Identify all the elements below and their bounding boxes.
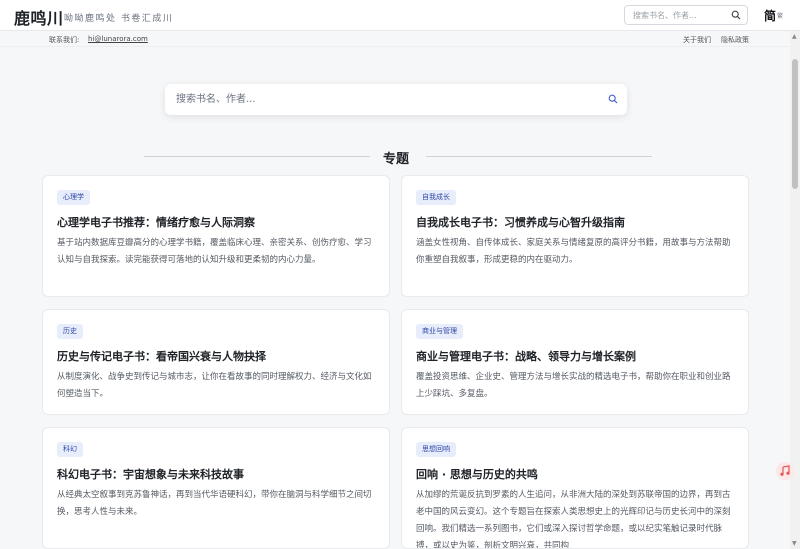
main-search-input[interactable] — [176, 92, 596, 107]
language-current: 简 — [764, 9, 777, 23]
scrollbar-thumb[interactable] — [792, 59, 798, 189]
topic-card[interactable]: 历史 历史与传记电子书：看帝国兴衰与人物抉择 从制度演化、战争史到传记与城市志，… — [42, 309, 390, 415]
scroll-up-arrow-icon[interactable]: ▲ — [792, 33, 797, 40]
topic-title[interactable]: 心理学电子书推荐：情绪疗愈与人际洞察 — [57, 214, 255, 230]
topic-description: 覆盖投资思维、企业史、管理方法与增长实战的精选电子书，帮助你在职业和创业路上少踩… — [416, 372, 731, 399]
section-divider-right — [426, 156, 652, 157]
topic-description: 基于站内数据库豆瓣高分的心理学书籍，覆盖临床心理、亲密关系、创伤疗愈、学习认知与… — [57, 238, 372, 265]
topic-card[interactable]: 心理学 心理学电子书推荐：情绪疗愈与人际洞察 基于站内数据库豆瓣高分的心理学书籍… — [42, 175, 390, 297]
site-logo[interactable]: 鹿鸣川 — [14, 5, 64, 29]
contact-email-link[interactable]: hi@lunarora.com — [88, 35, 148, 43]
topic-card[interactable]: 自我成长 自我成长电子书：习惯养成与心智升级指南 涵盖女性视角、自传体成长、家庭… — [401, 175, 749, 297]
topic-card[interactable]: 商业与管理 商业与管理电子书：战略、领导力与增长案例 覆盖投资思维、企业史、管理… — [401, 309, 749, 415]
topic-tag[interactable]: 思想回响 — [416, 442, 456, 457]
contact-bar: 联系我们: hi@lunarora.com 关于我们 隐私政策 — [0, 31, 790, 47]
main-search-box[interactable] — [165, 84, 627, 115]
topic-title[interactable]: 历史与传记电子书：看帝国兴衰与人物抉择 — [57, 348, 266, 364]
site-tagline: 呦呦鹿鸣处 书卷汇成川 — [64, 14, 174, 24]
section-title: 专题 — [382, 152, 409, 167]
topic-tag[interactable]: 自我成长 — [416, 190, 456, 205]
scroll-down-arrow-icon[interactable]: ▼ — [792, 540, 797, 547]
topic-tag[interactable]: 商业与管理 — [416, 324, 463, 339]
about-link[interactable]: 关于我们 — [683, 35, 711, 45]
topic-description: 涵盖女性视角、自传体成长、家庭关系与情绪复原的高评分书籍，用故事与方法帮助你重塑… — [416, 238, 731, 265]
topic-description: 从制度演化、战争史到传记与城市志，让你在看故事的同时理解权力、经济与文化如何塑造… — [57, 372, 372, 399]
floating-action-button[interactable] — [776, 462, 794, 480]
search-icon[interactable] — [608, 94, 618, 104]
section-divider-left — [144, 156, 370, 157]
topic-title[interactable]: 回响 · 思想与历史的共鸣 — [416, 466, 538, 482]
language-toggle[interactable]: 简 繁 — [764, 7, 783, 24]
header-search-input[interactable] — [633, 9, 729, 22]
language-alt: 繁 — [777, 13, 784, 20]
topic-description: 从经典太空叙事到克苏鲁神话，再到当代华语硬科幻，带你在脑洞与科学细节之间切换，思… — [57, 490, 372, 517]
topic-tag[interactable]: 历史 — [57, 324, 83, 339]
topic-title[interactable]: 自我成长电子书：习惯养成与心智升级指南 — [416, 214, 625, 230]
contact-label: 联系我们: — [49, 36, 80, 44]
privacy-link[interactable]: 隐私政策 — [721, 35, 749, 45]
topic-title[interactable]: 商业与管理电子书：战略、领导力与增长案例 — [416, 348, 636, 364]
music-note-icon — [780, 465, 790, 476]
search-icon[interactable] — [731, 10, 741, 20]
topic-tag[interactable]: 心理学 — [57, 190, 90, 205]
topic-card[interactable]: 科幻 科幻电子书：宇宙想象与未来科技故事 从经典太空叙事到克苏鲁神话，再到当代华… — [42, 427, 390, 549]
topic-description: 从加缪的荒诞反抗到罗素的人生追问，从非洲大陆的深处到苏联帝国的边界，再到古老中国… — [416, 490, 731, 549]
topic-title[interactable]: 科幻电子书：宇宙想象与未来科技故事 — [57, 466, 244, 482]
topic-tag[interactable]: 科幻 — [57, 442, 83, 457]
topic-card[interactable]: 思想回响 回响 · 思想与历史的共鸣 从加缪的荒诞反抗到罗素的人生追问，从非洲大… — [401, 427, 749, 549]
top-header: 鹿鸣川 呦呦鹿鸣处 书卷汇成川 简 繁 — [0, 0, 800, 31]
header-search-box[interactable] — [624, 5, 748, 25]
